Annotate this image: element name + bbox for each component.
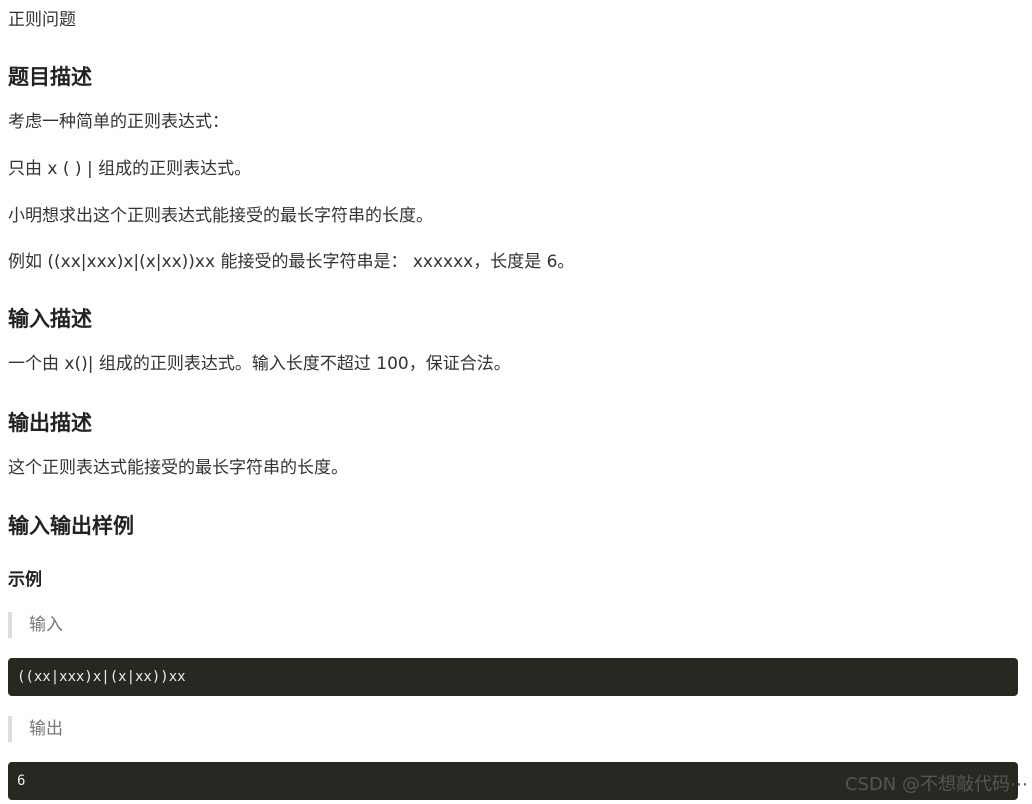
page-title: 正则问题	[8, 10, 76, 30]
description-paragraph-3: 小明想求出这个正则表达式能接受的最长字符串的长度。	[8, 206, 433, 226]
output-description-heading: 输出描述	[8, 411, 92, 435]
example-heading: 示例	[8, 570, 42, 590]
csdn-watermark: CSDN @不想敲代码⋯	[844, 774, 1028, 795]
output-description-text: 这个正则表达式能接受的最长字符串的长度。	[8, 458, 348, 478]
description-paragraph-4: 例如 ((xx|xxx)x|(x|xx))xx 能接受的最长字符串是： xxxx…	[8, 252, 575, 272]
description-heading: 题目描述	[8, 65, 92, 89]
input-description-text: 一个由 x()| 组成的正则表达式。输入长度不超过 100，保证合法。	[8, 354, 511, 374]
samples-heading: 输入输出样例	[8, 514, 134, 538]
sample-output-label: 输出	[8, 716, 408, 742]
description-paragraph-1: 考虑一种简单的正则表达式：	[8, 112, 229, 132]
input-description-heading: 输入描述	[8, 307, 92, 331]
sample-input-label: 输入	[8, 612, 408, 638]
description-paragraph-2: 只由 x ( ) | 组成的正则表达式。	[8, 159, 252, 179]
sample-input-code-block[interactable]: ((xx|xxx)x|(x|xx))xx	[8, 658, 1018, 696]
